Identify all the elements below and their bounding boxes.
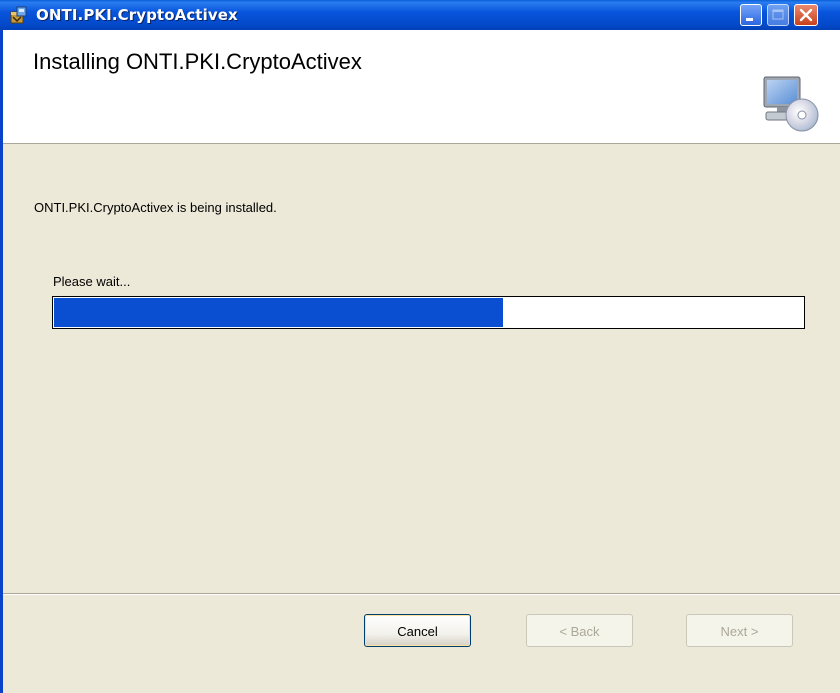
window-title: ONTI.PKI.CryptoActivex: [36, 6, 238, 24]
cancel-button[interactable]: Cancel: [364, 614, 471, 647]
close-icon: [799, 8, 813, 22]
status-message: ONTI.PKI.CryptoActivex is being installe…: [34, 200, 277, 215]
minimize-button[interactable]: [740, 4, 762, 26]
wait-label: Please wait...: [53, 274, 131, 289]
maximize-icon: [772, 9, 784, 20]
install-progress-bar: [52, 296, 805, 329]
computer-cd-icon: [760, 75, 820, 133]
installer-window: ONTI.PKI.CryptoActivex Installing ONTI.P…: [0, 0, 840, 693]
close-button[interactable]: [794, 4, 818, 26]
back-button: < Back: [526, 614, 633, 647]
progress-fill: [54, 298, 503, 327]
footer-divider: [3, 593, 840, 595]
next-button: Next >: [686, 614, 793, 647]
title-bar[interactable]: ONTI.PKI.CryptoActivex: [0, 0, 840, 30]
minimize-icon: [746, 18, 753, 21]
installer-package-icon: [9, 5, 29, 25]
maximize-button: [767, 4, 789, 26]
page-title: Installing ONTI.PKI.CryptoActivex: [33, 49, 362, 74]
